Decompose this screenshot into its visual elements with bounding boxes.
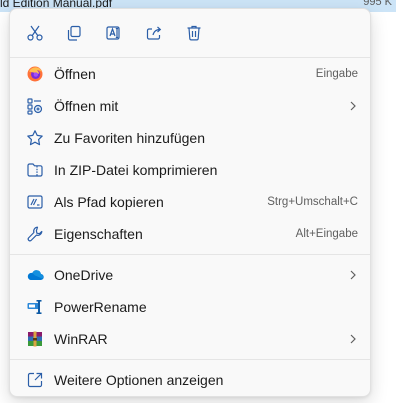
winrar-icon: [26, 330, 44, 348]
menu-item-label: Öffnen mit: [54, 98, 119, 114]
share-button[interactable]: [138, 19, 170, 47]
menu-item-open[interactable]: Öffnen Eingabe: [14, 59, 366, 89]
wrench-icon: [26, 225, 44, 243]
delete-button[interactable]: [178, 19, 210, 47]
show-more-icon: [26, 371, 44, 389]
menu-item-label: WinRAR: [54, 331, 108, 347]
menu-item-winrar[interactable]: WinRAR: [14, 324, 366, 354]
context-menu: Öffnen Eingabe Öffnen mit Zu Favoriten h: [9, 8, 371, 397]
menu-item-label: OneDrive: [54, 267, 114, 283]
open-with-icon: [26, 97, 44, 115]
copy-button[interactable]: [58, 19, 90, 47]
menu-item-open-with[interactable]: Öffnen mit: [14, 91, 366, 121]
menu-item-label: Weitere Optionen anzeigen: [54, 372, 224, 388]
firefox-icon: [26, 65, 44, 83]
menu-item-onedrive[interactable]: OneDrive: [14, 260, 366, 290]
menu-item-shortcut: Eingabe: [315, 68, 358, 80]
cut-button[interactable]: [19, 19, 51, 47]
menu-item-powerrename[interactable]: PowerRename: [14, 292, 366, 322]
chevron-right-icon: [350, 270, 356, 280]
zip-folder-icon: [26, 161, 44, 179]
share-icon: [146, 26, 162, 40]
menu-item-properties[interactable]: Eigenschaften Alt+Eingabe: [14, 219, 366, 249]
menu-item-label: PowerRename: [54, 299, 147, 315]
menu-item-shortcut: Alt+Eingabe: [295, 228, 358, 240]
copy-icon: [67, 25, 81, 41]
scissors-icon: [27, 25, 43, 41]
menu-item-compress-zip[interactable]: In ZIP-Datei komprimieren: [14, 155, 366, 185]
onedrive-icon: [26, 266, 44, 284]
powerrename-icon: [26, 298, 44, 316]
menu-item-label: In ZIP-Datei komprimieren: [54, 162, 218, 178]
trash-icon: [187, 25, 201, 41]
chevron-right-icon: [350, 101, 356, 111]
rename-button[interactable]: [98, 19, 130, 47]
rename-icon: [106, 26, 120, 40]
menu-item-label: Als Pfad kopieren: [54, 194, 164, 210]
menu-item-show-more-options[interactable]: Weitere Optionen anzeigen: [14, 365, 366, 395]
file-size: 995 K: [363, 0, 392, 8]
menu-item-label: Öffnen: [54, 66, 96, 82]
context-menu-toolbar: [10, 9, 370, 53]
menu-item-copy-path[interactable]: Als Pfad kopieren Strg+Umschalt+C: [14, 187, 366, 217]
star-icon: [26, 129, 44, 147]
separator: [10, 359, 370, 360]
menu-item-label: Zu Favoriten hinzufügen: [54, 130, 205, 146]
menu-item-shortcut: Strg+Umschalt+C: [267, 196, 358, 208]
menu-item-add-favorites[interactable]: Zu Favoriten hinzufügen: [14, 123, 366, 153]
menu-item-label: Eigenschaften: [54, 226, 143, 242]
copy-path-icon: [26, 193, 44, 211]
separator: [10, 254, 370, 255]
chevron-right-icon: [350, 334, 356, 344]
separator: [10, 57, 370, 58]
